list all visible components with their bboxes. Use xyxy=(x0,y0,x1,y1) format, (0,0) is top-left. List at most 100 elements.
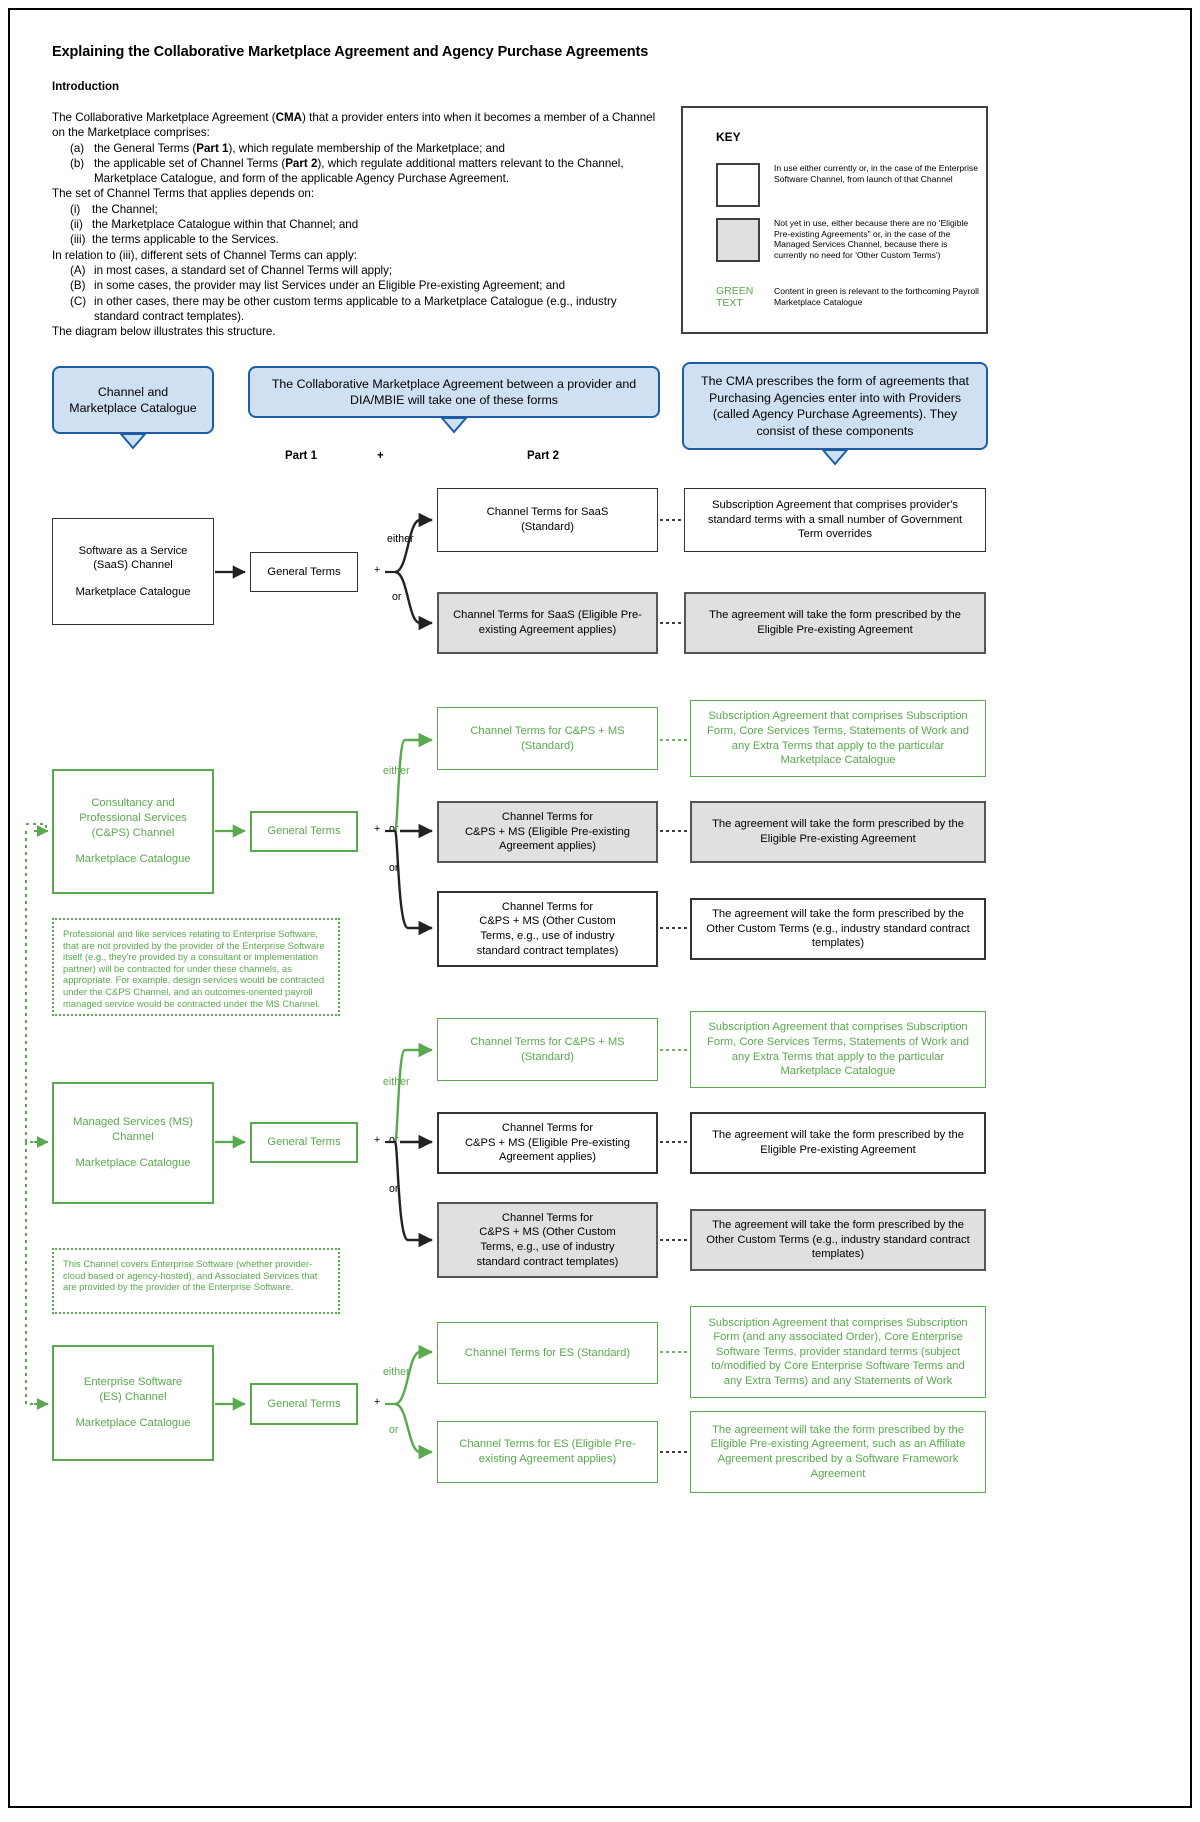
channel-name-line: Software as a Service xyxy=(78,544,188,557)
agreement-box-cps-standard: Subscription Agreement that comprises Su… xyxy=(690,700,986,777)
intro-paragraph-2: The set of Channel Terms that applies de… xyxy=(52,187,315,201)
general-terms-box-es: General Terms xyxy=(250,1383,358,1425)
introduction-body: The Collaborative Marketplace Agreement … xyxy=(52,110,664,339)
either-label-cps: either xyxy=(383,765,410,777)
channel-terms-box-saas-standard: Channel Terms for SaaS (Standard) xyxy=(437,488,658,552)
list-marker: (iii) xyxy=(70,233,86,247)
callout-channel-and-catalogue: Channel and Marketplace Catalogue xyxy=(52,366,214,434)
or-label-cps-2: or xyxy=(389,862,399,874)
agreement-box-ms-standard: Subscription Agreement that comprises Su… xyxy=(690,1011,986,1088)
key-item-in-use: In use either currently or, in the case … xyxy=(716,163,979,207)
key-item-text: In use either currently or, in the case … xyxy=(774,163,978,184)
list-text: the terms applicable to the Services. xyxy=(92,233,279,247)
or-label-cps-1: or xyxy=(389,823,399,835)
agreement-box-ms-other: The agreement will take the form prescri… xyxy=(690,1209,986,1271)
channel-box-ms: Managed Services (MS) Channel Marketplac… xyxy=(52,1082,214,1204)
channel-terms-box-es-standard: Channel Terms for ES (Standard) xyxy=(437,1322,658,1384)
grey-swatch-icon xyxy=(716,218,760,262)
agreement-box-es-standard: Subscription Agreement that comprises Su… xyxy=(690,1306,986,1398)
column-label-part2: Part 2 xyxy=(527,450,559,462)
channel-catalogue: Marketplace Catalogue xyxy=(75,853,191,866)
callout-apa-components: The CMA prescribes the form of agreement… xyxy=(682,362,988,450)
channel-terms-box-es-epa: Channel Terms for ES (Eligible Pre-exist… xyxy=(437,1421,658,1483)
list-text: the Channel; xyxy=(92,202,158,216)
channel-box-cps: Consultancy and Professional Services (C… xyxy=(52,769,214,894)
channel-box-saas: Software as a Service (SaaS) Channel Mar… xyxy=(52,518,214,625)
channel-catalogue: Marketplace Catalogue xyxy=(75,1157,191,1170)
channel-box-es: Enterprise Software (ES) Channel Marketp… xyxy=(52,1345,214,1461)
key-title: KEY xyxy=(716,130,741,144)
green-text-label: GREEN TEXT xyxy=(716,285,754,309)
agreement-box-cps-other: The agreement will take the form prescri… xyxy=(690,898,986,960)
general-terms-box-saas: General Terms xyxy=(250,552,358,592)
list-marker: (C) xyxy=(70,294,87,308)
channel-catalogue: Marketplace Catalogue xyxy=(75,585,191,598)
list-item-a: (a) the General Terms (Part 1), which re… xyxy=(52,141,664,156)
general-terms-box-ms: General Terms xyxy=(250,1122,358,1163)
plus-label-cps: + xyxy=(374,823,381,835)
channel-name-line: Enterprise Software xyxy=(83,1376,183,1389)
or-label-ms-2: or xyxy=(389,1183,399,1195)
channel-name-line: (C&PS) Channel xyxy=(91,826,175,839)
intro-paragraph-1: The Collaborative Marketplace Agreement … xyxy=(52,111,656,140)
list-item-A: (A) in most cases, a standard set of Cha… xyxy=(52,263,664,278)
plus-label-es: + xyxy=(374,1396,381,1408)
note-cps-ms: Professional and like services relating … xyxy=(52,918,340,1016)
agreement-box-saas-standard: Subscription Agreement that comprises pr… xyxy=(684,488,986,552)
or-label-ms-1: or xyxy=(389,1134,399,1146)
key-item-text: Content in green is relevant to the fort… xyxy=(774,286,979,307)
channel-terms-box-cps-standard: Channel Terms for C&PS + MS (Standard) xyxy=(437,707,658,770)
channel-name-line: Managed Services (MS) xyxy=(73,1116,193,1129)
agreement-box-cps-epa: The agreement will take the form prescri… xyxy=(690,801,986,863)
agreement-box-ms-epa: The agreement will take the form prescri… xyxy=(690,1112,986,1174)
plus-label-saas: + xyxy=(374,564,381,576)
list-marker: (a) xyxy=(70,141,85,155)
channel-name-line: (SaaS) Channel xyxy=(93,559,173,572)
callout-cma-forms: The Collaborative Marketplace Agreement … xyxy=(248,366,660,418)
channel-name-line: Consultancy and xyxy=(91,797,175,810)
key-item-green-text: GREEN TEXT Content in green is relevant … xyxy=(716,285,979,309)
or-label-saas: or xyxy=(392,591,402,603)
list-text: in most cases, a standard set of Channel… xyxy=(94,263,393,277)
list-marker: (ii) xyxy=(70,218,83,232)
either-label-ms: either xyxy=(383,1076,410,1088)
channel-terms-box-cps-other: Channel Terms for C&PS + MS (Other Custom… xyxy=(437,891,658,967)
white-swatch-icon xyxy=(716,163,760,207)
or-label-es: or xyxy=(389,1424,399,1436)
channel-name-line: Channel xyxy=(112,1130,154,1143)
channel-name-line: Professional Services xyxy=(79,811,187,824)
column-label-part1: Part 1 xyxy=(285,450,317,462)
channel-name-line: (ES) Channel xyxy=(99,1390,167,1403)
list-text: in other cases, there may be other custo… xyxy=(94,294,617,323)
list-item-ii: (ii) the Marketplace Catalogue within th… xyxy=(52,217,664,232)
list-text: the applicable set of Channel Terms (Par… xyxy=(94,156,624,186)
channel-terms-box-ms-standard: Channel Terms for C&PS + MS (Standard) xyxy=(437,1018,658,1081)
column-label-plus: + xyxy=(377,450,384,462)
key-legend: KEY In use either currently or, in the c… xyxy=(681,106,988,334)
list-item-iii: (iii) the terms applicable to the Servic… xyxy=(52,232,664,247)
list-text: in some cases, the provider may list Ser… xyxy=(94,279,566,293)
list-item-b: (b) the applicable set of Channel Terms … xyxy=(52,156,664,187)
plus-label-ms: + xyxy=(374,1134,381,1146)
list-item-C: (C) in other cases, there may be other c… xyxy=(52,294,664,325)
list-text: the Marketplace Catalogue within that Ch… xyxy=(92,218,359,232)
list-item-i: (i) the Channel; xyxy=(52,202,664,217)
channel-terms-box-saas-epa: Channel Terms for SaaS (Eligible Pre-exi… xyxy=(437,592,658,654)
page-title: Explaining the Collaborative Marketplace… xyxy=(52,44,649,60)
list-marker: (i) xyxy=(70,202,81,216)
note-es: This Channel covers Enterprise Software … xyxy=(52,1248,340,1314)
either-label-es: either xyxy=(383,1366,410,1378)
channel-terms-box-ms-other: Channel Terms for C&PS + MS (Other Custom… xyxy=(437,1202,658,1278)
intro-paragraph-3: In relation to (iii), different sets of … xyxy=(52,248,358,262)
list-marker: (b) xyxy=(70,156,85,170)
channel-terms-box-cps-epa: Channel Terms for C&PS + MS (Eligible Pre… xyxy=(437,801,658,863)
list-text: the General Terms (Part 1), which regula… xyxy=(94,141,505,155)
channel-catalogue: Marketplace Catalogue xyxy=(75,1417,191,1430)
general-terms-box-cps: General Terms xyxy=(250,811,358,852)
intro-paragraph-4: The diagram below illustrates this struc… xyxy=(52,325,276,339)
agreement-box-es-epa: The agreement will take the form prescri… xyxy=(690,1411,986,1493)
list-item-B: (B) in some cases, the provider may list… xyxy=(52,278,664,293)
either-label-saas: either xyxy=(387,533,414,545)
list-marker: (A) xyxy=(70,263,86,277)
key-item-text: Not yet in use, either because there are… xyxy=(774,218,969,260)
